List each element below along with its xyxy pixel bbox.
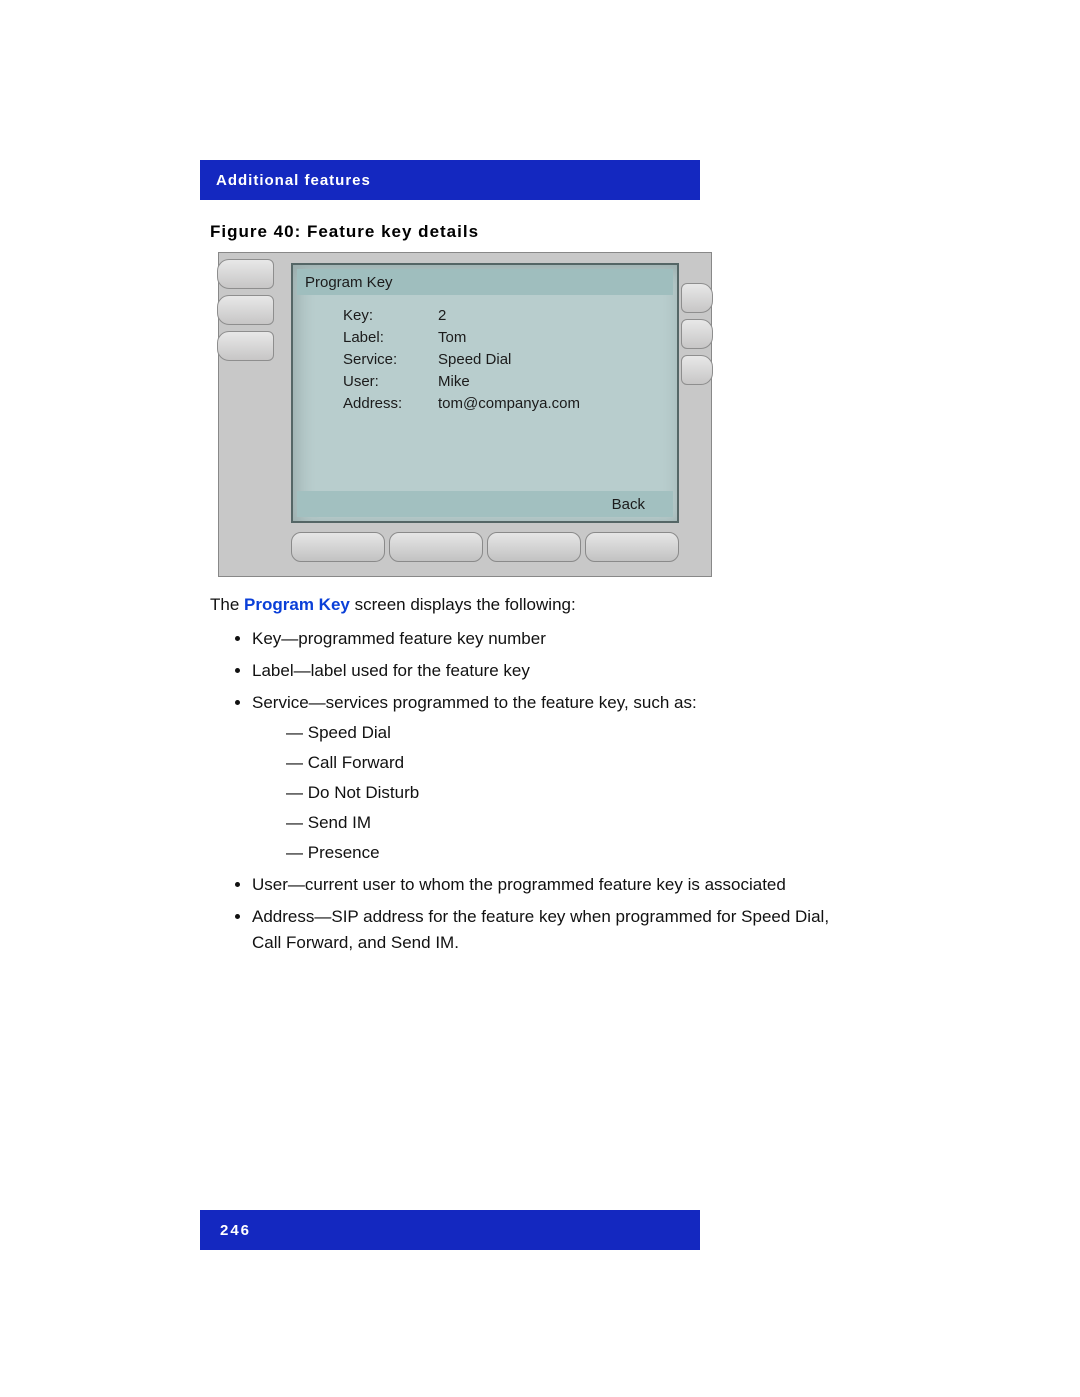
side-button-icon: [217, 331, 274, 361]
list-item-text: Service—services programmed to the featu…: [252, 693, 697, 712]
list-item: User—current user to whom the programmed…: [252, 872, 840, 898]
page-footer: 246: [200, 1210, 700, 1250]
sub-list-item: Call Forward: [286, 750, 840, 776]
body-content: The Program Key screen displays the foll…: [210, 592, 840, 962]
lcd-row: Service: Speed Dial: [343, 349, 667, 371]
lcd-row: Address: tom@companya.com: [343, 393, 667, 415]
back-label: Back: [612, 496, 645, 513]
lcd-row-value: tom@companya.com: [438, 393, 580, 415]
side-button-icon: [681, 319, 713, 349]
page-number: 246: [220, 1222, 251, 1239]
figure-caption: Figure 40: Feature key details: [210, 222, 479, 242]
side-button-icon: [217, 295, 274, 325]
lcd-body: Key: 2 Label: Tom Service: Speed Dial Us…: [343, 305, 667, 415]
lcd-row-label: Key:: [343, 305, 438, 327]
list-item: Key—programmed feature key number: [252, 626, 840, 652]
side-button-icon: [217, 259, 274, 289]
lcd-row-value: 2: [438, 305, 446, 327]
softkey-bar: [291, 532, 679, 562]
lead-post: screen displays the following:: [350, 595, 576, 614]
list-item: Label—label used for the feature key: [252, 658, 840, 684]
lcd-row-label: Label:: [343, 327, 438, 349]
lcd-row-value: Speed Dial: [438, 349, 511, 371]
sub-list: Speed Dial Call Forward Do Not Disturb S…: [252, 720, 840, 866]
lead-sentence: The Program Key screen displays the foll…: [210, 592, 840, 618]
document-page: Additional features Figure 40: Feature k…: [0, 0, 1080, 1397]
lcd-row: User: Mike: [343, 371, 667, 393]
lcd-row-label: Address:: [343, 393, 438, 415]
lcd-row: Key: 2: [343, 305, 667, 327]
sub-list-item: Send IM: [286, 810, 840, 836]
side-button-icon: [681, 355, 713, 385]
sub-list-item: Presence: [286, 840, 840, 866]
bullet-list: Key—programmed feature key number Label—…: [210, 626, 840, 956]
lcd-row-value: Mike: [438, 371, 470, 393]
list-item: Address—SIP address for the feature key …: [252, 904, 840, 956]
lcd-row-label: User:: [343, 371, 438, 393]
lcd-screen: Program Key Key: 2 Label: Tom Service: S…: [291, 263, 679, 523]
softkey-button-icon: [389, 532, 483, 562]
softkey-button-icon: [487, 532, 581, 562]
lead-pre: The: [210, 595, 244, 614]
sub-list-item: Do Not Disturb: [286, 780, 840, 806]
lcd-row: Label: Tom: [343, 327, 667, 349]
list-item: Service—services programmed to the featu…: [252, 690, 840, 866]
phone-device-image: Program Key Key: 2 Label: Tom Service: S…: [218, 252, 712, 577]
softkey-button-icon: [291, 532, 385, 562]
sub-list-item: Speed Dial: [286, 720, 840, 746]
lcd-row-value: Tom: [438, 327, 466, 349]
side-button-icon: [681, 283, 713, 313]
section-header-text: Additional features: [216, 172, 371, 189]
lcd-row-label: Service:: [343, 349, 438, 371]
section-header: Additional features: [200, 160, 700, 200]
lcd-title-text: Program Key: [305, 274, 393, 291]
softkey-button-icon: [585, 532, 679, 562]
lcd-softkey-row: Back: [297, 491, 673, 517]
lcd-title: Program Key: [297, 269, 673, 295]
program-key-link[interactable]: Program Key: [244, 595, 350, 614]
